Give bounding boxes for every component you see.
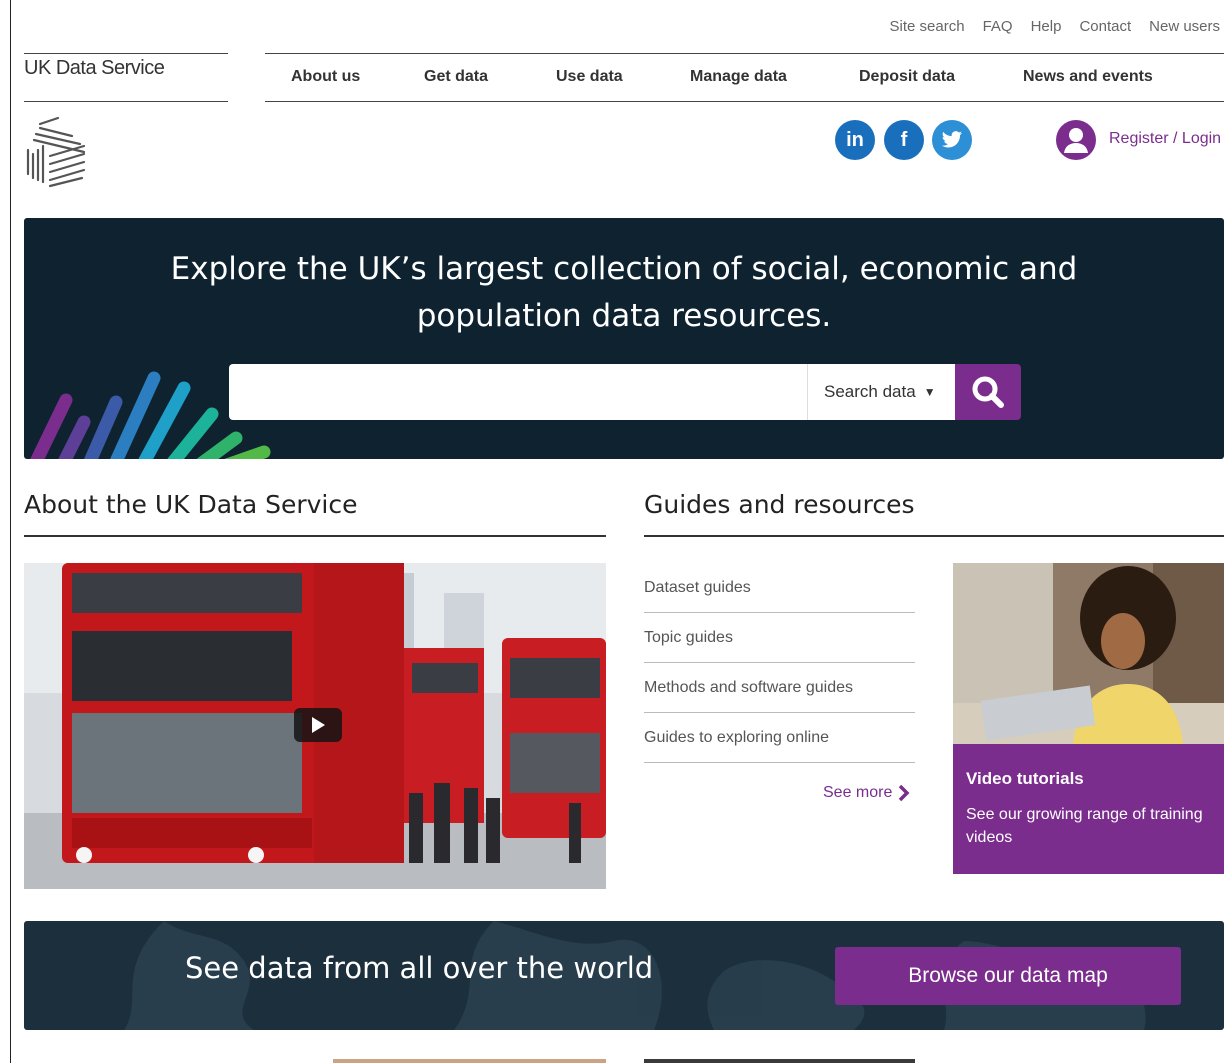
site-search-link[interactable]: Site search (890, 18, 965, 35)
brand-name[interactable]: UK Data Service (24, 57, 165, 80)
guides-heading-rule (644, 535, 1224, 537)
search-scope-label: Search data (824, 382, 916, 401)
chevron-right-icon (899, 784, 910, 802)
guides-heading: Guides and resources (644, 490, 915, 519)
browse-data-map-button[interactable]: Browse our data map (835, 947, 1181, 1005)
guide-link-topic[interactable]: Topic guides (644, 613, 915, 663)
twitter-bird-glyph (941, 131, 963, 148)
search-input[interactable] (229, 364, 808, 420)
contact-link[interactable]: Contact (1079, 18, 1131, 35)
linkedin-icon[interactable]: in (835, 120, 875, 160)
data-map-tagline: See data from all over the world (185, 951, 654, 985)
hero-title: Explore the UK’s largest collection of s… (170, 251, 1078, 334)
nav-use-data[interactable]: Use data (556, 68, 623, 86)
see-more-link[interactable]: See more (823, 784, 910, 802)
guide-link-methods[interactable]: Methods and software guides (644, 663, 915, 713)
brand-bottom-rule (24, 101, 228, 102)
twitter-icon[interactable] (932, 120, 972, 160)
data-map-banner: See data from all over the world Browse … (24, 921, 1224, 1030)
play-icon (312, 717, 325, 733)
main-nav: About us Get data Use data Manage data D… (265, 53, 1224, 102)
video-tutorials-description: See our growing range of training videos (966, 806, 1203, 846)
guide-link-exploring-online[interactable]: Guides to exploring online (644, 713, 915, 763)
search-button[interactable] (955, 364, 1021, 420)
bottom-image-strip-right (644, 1059, 915, 1063)
nav-news-and-events[interactable]: News and events (1023, 68, 1153, 86)
video-tutorials-title: Video tutorials (966, 769, 1084, 788)
utility-nav: Site search FAQ Help Contact New users (890, 18, 1220, 35)
uk-data-service-logo[interactable] (22, 116, 86, 188)
facebook-icon[interactable]: f (884, 120, 924, 160)
faq-link[interactable]: FAQ (983, 18, 1013, 35)
brand-top-rule (24, 53, 228, 54)
video-tutorials-card[interactable]: Video tutorials See our growing range of… (953, 563, 1224, 874)
register-login-link[interactable]: Register / Login (1109, 130, 1221, 148)
new-users-link[interactable]: New users (1149, 18, 1220, 35)
caret-down-icon: ▼ (923, 385, 936, 399)
guide-link-dataset[interactable]: Dataset guides (644, 563, 915, 613)
about-heading-rule (24, 535, 606, 537)
search-icon (972, 376, 1004, 408)
search-scope-dropdown[interactable]: Search data ▼ (807, 364, 956, 420)
hero-search-banner: Explore the UK’s largest collection of s… (24, 218, 1224, 459)
play-video-button[interactable] (294, 708, 342, 742)
bottom-image-strip-left (333, 1059, 606, 1063)
nav-about-us[interactable]: About us (291, 68, 360, 86)
about-heading: About the UK Data Service (24, 490, 358, 519)
help-link[interactable]: Help (1031, 18, 1062, 35)
nav-manage-data[interactable]: Manage data (690, 68, 787, 86)
user-icon[interactable] (1056, 120, 1096, 160)
video-tutorials-photo (953, 563, 1224, 744)
nav-deposit-data[interactable]: Deposit data (859, 68, 955, 86)
nav-get-data[interactable]: Get data (424, 68, 488, 86)
page-left-border (10, 0, 11, 1063)
